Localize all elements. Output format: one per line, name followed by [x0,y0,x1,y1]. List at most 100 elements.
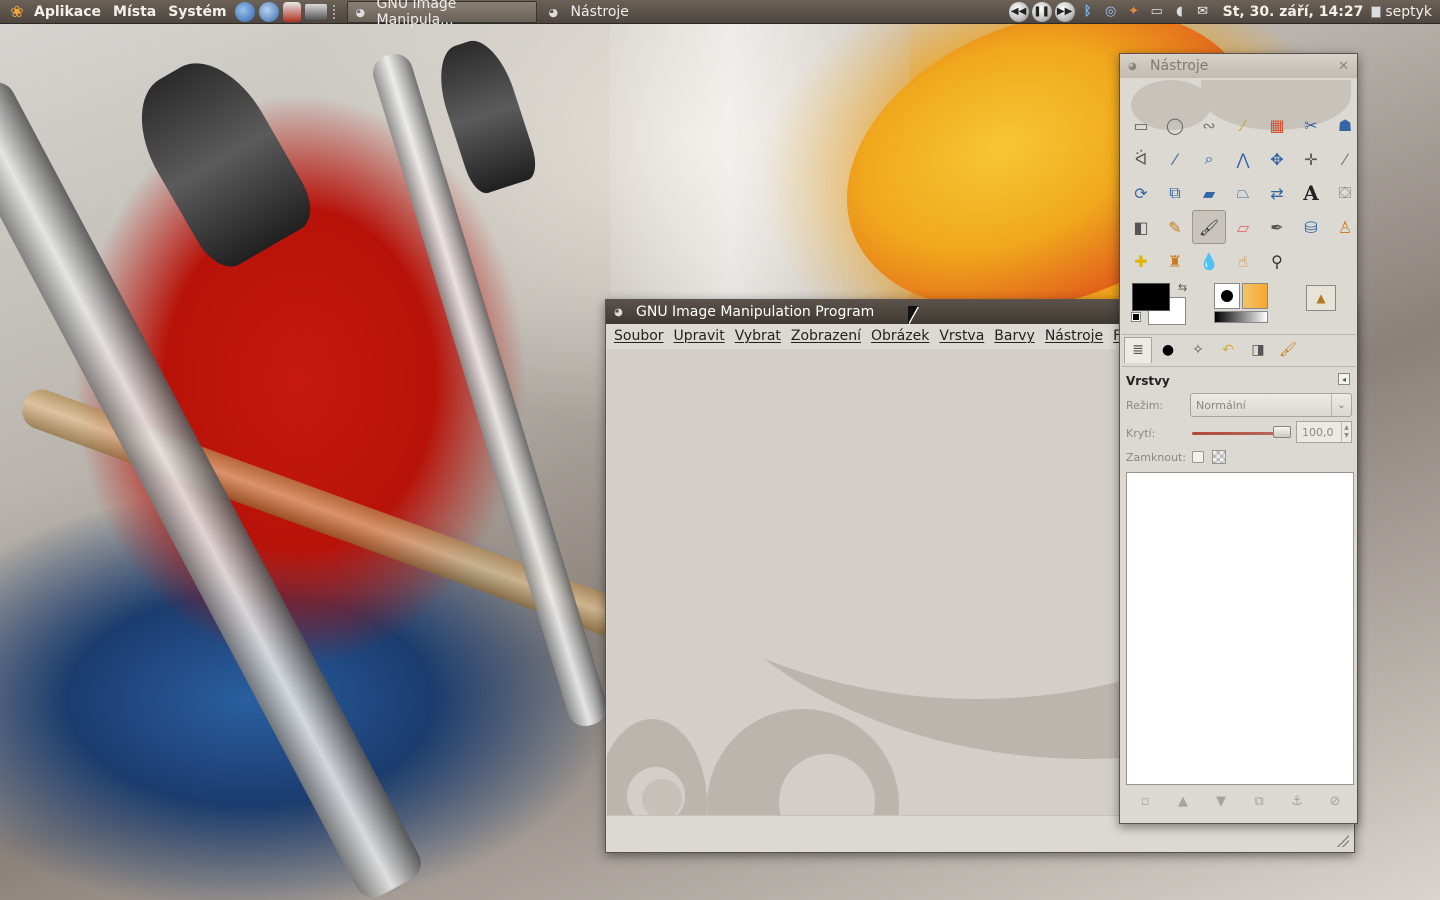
menu-image[interactable]: Obrázek [866,328,934,344]
color-picker-icon[interactable]: ⁄ [1158,142,1192,176]
layers-list[interactable] [1126,472,1354,785]
panel-handle[interactable] [332,4,339,19]
zoom-icon[interactable]: ⌕ [1192,142,1226,176]
anchor-layer-icon[interactable]: ⚓ [1286,791,1308,811]
scale-icon[interactable]: ⧉ [1158,176,1192,210]
rotate-icon[interactable]: ⟳ [1124,176,1158,210]
taskbar-item-toolbox[interactable]: ◕ Nástroje [541,1,637,23]
menu-colors[interactable]: Barvy [989,328,1040,344]
duplicate-layer-icon[interactable]: ⧉ [1248,791,1270,811]
active-image-icon[interactable]: ▲ [1306,285,1336,311]
layers-tab-icon[interactable]: ≣ [1124,336,1152,363]
blend-icon[interactable]: ◧ [1124,210,1158,244]
update-icon[interactable]: ✦ [1124,2,1144,22]
lower-layer-icon[interactable]: ▼ [1210,791,1232,811]
gradients-tab-icon[interactable]: ◨ [1244,337,1272,363]
tool-grid: ▭ ◯ ∾ ⁄ ▦ ✂ ☗ ᐛ ⁄ ⌕ ⋀ ✥ ✛ ⁄ ⟳ ⧉ ▰ ⏢ ⇄ A … [1124,108,1356,278]
shear-icon[interactable]: ▰ [1192,176,1226,210]
pause-icon[interactable]: ❚❚ [1031,1,1052,22]
undo-tab-icon[interactable]: ↶ [1214,337,1242,363]
delete-layer-icon[interactable]: ⊘ [1324,791,1346,811]
tool-options-tab-icon[interactable]: 🖌 [1274,337,1302,363]
opacity-slider-track[interactable] [1192,432,1282,435]
taskbar-item-label: GNU Image Manipula... [376,0,457,28]
align-icon[interactable]: ✛ [1294,142,1328,176]
menu-places[interactable]: Místa [107,4,162,20]
toolbox-titlebar[interactable]: ◕ Nástroje ✕ [1120,54,1357,78]
thunderbird-launcher-icon[interactable] [258,1,279,22]
foreground-select-icon[interactable]: ☗ [1328,108,1362,142]
menu-edit[interactable]: Upravit [669,328,730,344]
perspective-icon[interactable]: ⏢ [1226,176,1260,210]
volume-icon[interactable]: ◖ [1170,2,1190,22]
active-brush-preview[interactable] [1214,283,1240,309]
crop-icon[interactable]: ⁄ [1328,142,1362,176]
default-colors-icon[interactable] [1131,312,1141,322]
brushes-tab-icon[interactable]: ● [1154,337,1182,363]
eraser-icon[interactable]: ▱ [1226,210,1260,244]
gimp-toolbox-window: ◕ Nástroje ✕ ▭ ◯ ∾ ⁄ ▦ ✂ ☗ ᐛ ⁄ ⌕ ⋀ ✥ ✛ ⁄… [1119,53,1358,824]
user-switcher[interactable]: septyk [1371,4,1432,20]
help-launcher-icon[interactable] [282,1,301,22]
raise-layer-icon[interactable]: ▲ [1172,791,1194,811]
dialog-menu-icon[interactable]: ◂ [1338,373,1350,385]
new-layer-icon[interactable]: ▫ [1134,791,1156,811]
gimp-wilber-icon: ◕ [614,307,623,318]
battery-icon[interactable]: ▭ [1147,2,1167,22]
clone-icon[interactable]: ♙ [1328,210,1362,244]
clock[interactable]: St, 30. září, 14:27 [1223,4,1364,20]
heal-icon[interactable]: ✚ [1124,244,1158,278]
menu-file[interactable]: Soubor [609,328,669,344]
resize-grip[interactable] [1337,835,1349,847]
active-pattern-preview[interactable] [1242,283,1268,309]
bluetooth-icon[interactable]: ᛒ [1078,2,1098,22]
measure-icon[interactable]: ⋀ [1226,142,1260,176]
menu-view[interactable]: Zobrazení [786,328,866,344]
taskbar-item-gimp[interactable]: ◕ GNU Image Manipula... [346,0,537,28]
menu-layer[interactable]: Vrstva [934,328,989,344]
dodge-burn-icon[interactable]: ⚲ [1260,244,1294,278]
bucket-fill-icon[interactable]: ⛋ [1328,176,1362,210]
firefox-launcher-icon[interactable] [234,1,255,22]
menu-system[interactable]: Systém [162,4,232,20]
prev-track-icon[interactable]: ◀◀ [1008,1,1029,22]
menu-applications[interactable]: Aplikace [28,4,107,20]
lock-alpha-icon[interactable] [1212,450,1226,464]
fuzzy-select-icon[interactable]: ⁄ [1226,108,1260,142]
spin-arrows-icon[interactable]: ▲ ▼ [1341,422,1351,442]
next-track-icon[interactable]: ▶▶ [1054,1,1075,22]
rect-select-icon[interactable]: ▭ [1124,108,1158,142]
swap-colors-icon[interactable]: ⇆ [1178,281,1187,294]
airbrush-icon[interactable]: ✒ [1260,210,1294,244]
smudge-icon[interactable]: ☝ [1226,244,1260,278]
flip-icon[interactable]: ⇄ [1260,176,1294,210]
paths-tab-icon[interactable]: ✧ [1184,337,1212,363]
menu-tools[interactable]: Nástroje [1040,328,1108,344]
user-name: septyk [1385,3,1432,20]
layer-mode-select[interactable]: Normální ⌄ [1190,393,1352,417]
text-icon[interactable]: A [1294,176,1328,210]
menu-select[interactable]: Vybrat [730,328,786,344]
pencil-icon[interactable]: ✎ [1158,210,1192,244]
active-gradient-preview[interactable] [1214,311,1268,323]
move-icon[interactable]: ✥ [1260,142,1294,176]
gnome-foot-icon[interactable]: ❀ [6,1,28,23]
blur-icon[interactable]: 💧 [1192,244,1226,278]
select-by-color-icon[interactable]: ▦ [1260,108,1294,142]
scissors-icon[interactable]: ✂ [1294,108,1328,142]
opacity-spinbox[interactable]: 100,0 ▲ ▼ [1296,421,1352,443]
opacity-slider-handle[interactable] [1273,426,1291,438]
paintbrush-icon[interactable]: 🖌 [1192,210,1226,244]
lock-pixels-checkbox[interactable] [1192,451,1204,463]
free-select-icon[interactable]: ∾ [1192,108,1226,142]
network-icon[interactable]: ◎ [1101,2,1121,22]
foreground-color-swatch[interactable] [1132,283,1170,311]
terminal-launcher-icon[interactable] [304,3,327,20]
perspective-clone-icon[interactable]: ♜ [1158,244,1192,278]
paths-icon[interactable]: ᐛ [1124,142,1158,176]
layers-dialog-title: Vrstvy [1126,374,1170,388]
ellipse-select-icon[interactable]: ◯ [1158,108,1192,142]
mail-icon[interactable]: ✉ [1193,2,1213,22]
ink-icon[interactable]: ⛁ [1294,210,1328,244]
close-icon[interactable]: ✕ [1338,59,1349,74]
